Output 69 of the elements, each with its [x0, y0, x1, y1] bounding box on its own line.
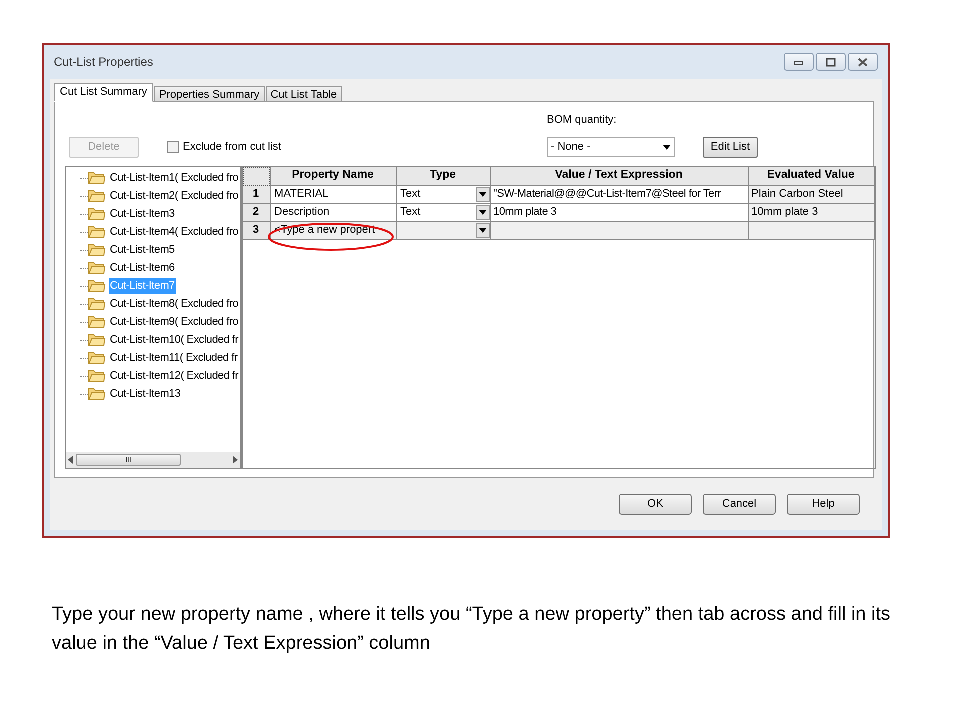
folder-icon — [88, 279, 106, 293]
bom-quantity-dropdown[interactable]: - None - — [547, 137, 675, 157]
table-cell[interactable]: Description — [270, 204, 396, 222]
row-number: 3 — [242, 222, 270, 240]
type-dropdown[interactable]: Text — [396, 204, 490, 222]
tab[interactable]: Cut List Summary — [54, 83, 154, 102]
maximize-button[interactable] — [816, 53, 846, 71]
edit-list-button[interactable]: Edit List — [703, 136, 758, 158]
dropdown-button[interactable] — [476, 205, 490, 220]
tree-item[interactable]: Cut-List-Item12( Excluded fr — [109, 368, 240, 384]
close-icon — [857, 58, 869, 66]
tab[interactable]: Cut List Table — [266, 86, 342, 102]
tree-item[interactable]: Cut-List-Item5 — [109, 242, 176, 258]
tree-item[interactable]: Cut-List-Item1( Excluded fro — [109, 170, 240, 186]
tree-item[interactable]: Cut-List-Item13 — [109, 386, 182, 402]
bom-quantity-label: BOM quantity: — [547, 113, 618, 128]
column-header[interactable]: Type — [396, 167, 490, 186]
folder-icon — [88, 189, 106, 203]
dropdown-button[interactable] — [476, 223, 490, 238]
tree-item[interactable]: Cut-List-Item9( Excluded fro — [109, 314, 240, 330]
exclude-checkbox[interactable] — [167, 140, 179, 153]
column-header[interactable]: Value / Text Expression — [490, 167, 748, 186]
dialog-button[interactable]: OK — [619, 494, 692, 514]
dialog-button[interactable]: Cancel — [703, 494, 776, 514]
tab[interactable]: Properties Summary — [154, 86, 265, 102]
scroll-left-icon — [68, 456, 74, 464]
caret-icon — [478, 192, 487, 197]
folder-icon — [88, 315, 106, 329]
folder-icon — [88, 261, 106, 275]
caret-icon — [478, 228, 487, 233]
tree-item[interactable]: Cut-List-Item8( Excluded fro — [109, 296, 240, 312]
folder-icon — [88, 297, 106, 311]
minimize-button[interactable] — [784, 53, 814, 71]
folder-icon — [88, 351, 106, 365]
folder-icon — [88, 387, 106, 401]
dialog-button[interactable]: Help — [787, 494, 860, 514]
close-button[interactable] — [848, 53, 878, 71]
window-title: Cut-List Properties — [54, 54, 154, 71]
table-cell: Plain Carbon Steel — [748, 186, 874, 204]
folder-icon — [88, 171, 106, 185]
table-cell[interactable]: "SW-Material@@@Cut-List-Item7@Steel for Terr — [490, 186, 748, 204]
caret-icon — [478, 210, 487, 215]
tree-item[interactable]: Cut-List-Item10( Excluded fr — [109, 332, 240, 348]
checkbox-label: Exclude from cut list — [183, 140, 282, 154]
table-cell[interactable] — [490, 222, 748, 240]
tree-item[interactable]: Cut-List-Item6 — [109, 260, 176, 276]
table-cell[interactable]: 10mm plate 3 — [490, 204, 748, 222]
tree-item[interactable]: Cut-List-Item3 — [109, 206, 176, 222]
caret-icon — [663, 144, 671, 150]
scroll-right-icon — [232, 456, 238, 464]
folder-icon — [88, 369, 106, 383]
table-cell: 10mm plate 3 — [748, 204, 874, 222]
tree-item[interactable]: Cut-List-Item2( Excluded fro — [109, 188, 240, 204]
dropdown-button[interactable] — [476, 187, 490, 202]
tree-item[interactable]: Cut-List-Item4( Excluded fro — [109, 224, 240, 240]
folder-icon — [88, 225, 106, 239]
caption-text: Type your new property name , where it tells you “Type a new property” then tab across and fill in its value in the “Value / Text Expression” column — [52, 603, 892, 656]
column-header[interactable]: Evaluated Value — [748, 167, 874, 186]
tree-item[interactable]: Cut-List-Item11( Excluded fr — [109, 350, 239, 366]
corner-cell — [242, 167, 270, 186]
maximize-icon — [825, 58, 837, 66]
table-cell[interactable]: MATERIAL — [270, 186, 396, 204]
row-number: 1 — [242, 186, 270, 204]
folder-icon — [88, 207, 106, 221]
folder-icon — [88, 243, 106, 257]
row-number: 2 — [242, 204, 270, 222]
type-dropdown[interactable]: Text — [396, 186, 490, 204]
column-header[interactable]: Property Name — [270, 167, 396, 186]
folder-icon — [88, 333, 106, 347]
